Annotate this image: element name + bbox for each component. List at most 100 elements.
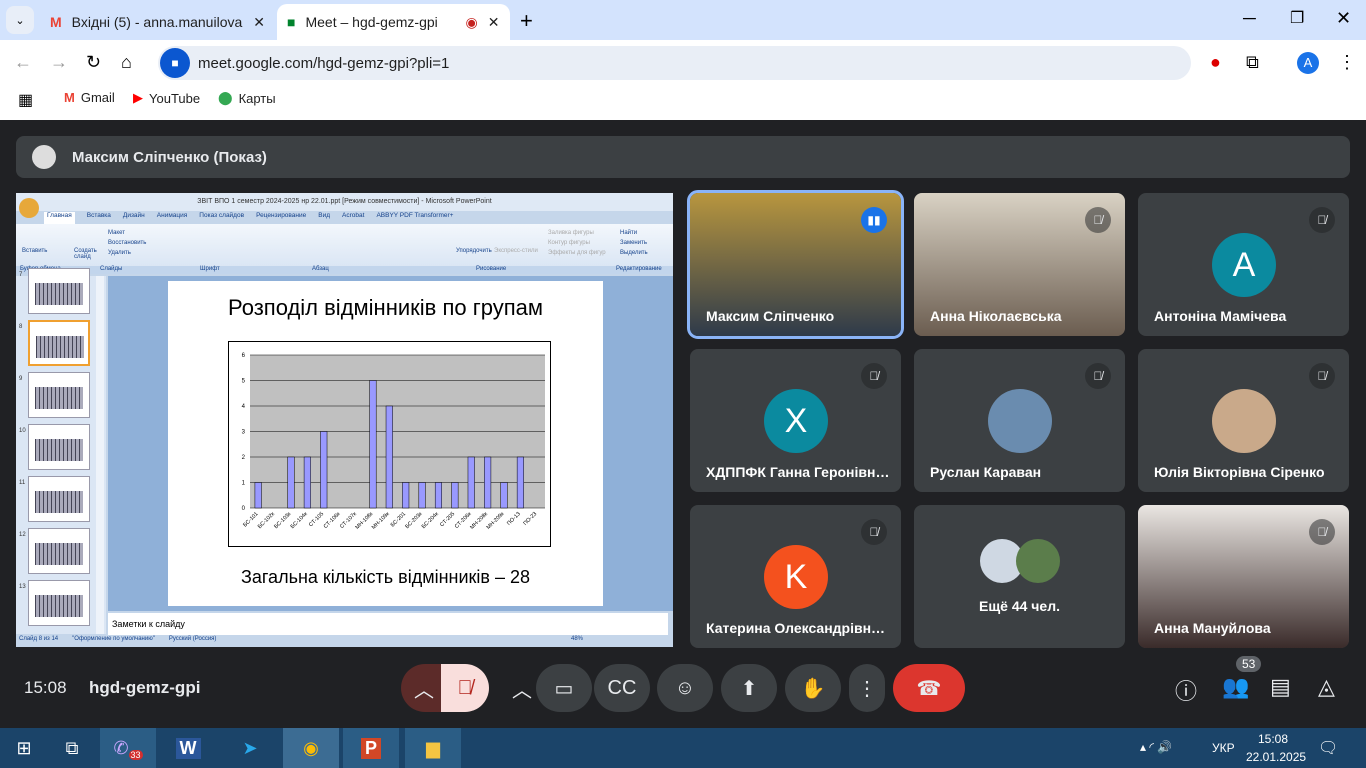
microphone-toggle[interactable]: 🎙̸ xyxy=(441,664,489,712)
replace-button[interactable]: Заменить xyxy=(620,240,647,246)
slide-thumbnail[interactable] xyxy=(28,372,90,418)
new-slide-button[interactable]: Создать слайд xyxy=(74,248,100,260)
present-button[interactable]: ⬆ xyxy=(721,664,777,712)
mic-off-icon: 🎙̸ xyxy=(1309,519,1335,545)
slide-thumbnail[interactable] xyxy=(28,580,90,626)
leave-call-button[interactable]: ☎ xyxy=(893,664,965,712)
quick-styles-button[interactable]: Экспресс-стили xyxy=(494,248,538,254)
tab-search-button[interactable]: ⌄ xyxy=(6,6,34,34)
participant-name: Юлія Вікторівна Сіренко xyxy=(1154,464,1325,480)
start-button[interactable]: ⊞ xyxy=(0,728,48,768)
slide-thumbnail[interactable] xyxy=(28,476,90,522)
find-button[interactable]: Найти xyxy=(620,230,637,236)
participant-tile[interactable]: A 🎙̸ Антоніна Мамічева xyxy=(1138,193,1349,336)
people-icon[interactable]: 👥 xyxy=(1222,674,1249,700)
telegram-icon: ➤ xyxy=(242,737,258,758)
reactions-button[interactable]: ☺ xyxy=(657,664,713,712)
ribbon-tab[interactable]: Вставка xyxy=(87,212,111,224)
layout-button[interactable]: Макет xyxy=(108,230,125,236)
thumbnail-scrollbar[interactable] xyxy=(96,276,104,634)
captions-button[interactable]: CC xyxy=(594,664,650,712)
profile-avatar[interactable]: A xyxy=(1297,52,1319,74)
bookmark-gmail[interactable]: M Gmail xyxy=(64,90,115,105)
taskbar-powerpoint[interactable]: P xyxy=(343,728,399,768)
tab-meet[interactable]: ■ Meet – hgd-gemz-gpi ◉ ✕ xyxy=(277,4,510,40)
new-tab-button[interactable]: + xyxy=(520,8,533,34)
participant-tile[interactable]: 🎙̸ Юлія Вікторівна Сіренко xyxy=(1138,349,1349,492)
more-participants-avatars xyxy=(980,539,1060,583)
notes-pane[interactable]: Заметки к слайду xyxy=(108,613,668,635)
close-tab-icon[interactable]: ✕ xyxy=(488,14,500,31)
raise-hand-button[interactable]: ✋ xyxy=(785,664,841,712)
delete-button[interactable]: Удалить xyxy=(108,250,131,256)
info-icon[interactable]: ⓘ xyxy=(1175,674,1197,706)
language-indicator[interactable]: УКР xyxy=(1212,741,1235,755)
extension-icon[interactable]: ● xyxy=(1210,52,1221,73)
participant-tile[interactable]: ▮▮ Максим Сліпченко xyxy=(687,190,904,339)
select-button[interactable]: Выделить xyxy=(620,250,648,256)
reset-button[interactable]: Восстановить xyxy=(108,240,146,246)
menu-icon[interactable]: ⋮ xyxy=(1338,52,1356,73)
thumbnail-number: 10 xyxy=(19,428,26,434)
close-window-button[interactable]: ✕ xyxy=(1336,8,1351,29)
paste-button[interactable]: Вставить xyxy=(22,248,47,254)
slide-thumbnail[interactable] xyxy=(28,268,90,314)
clock-time[interactable]: 15:08 xyxy=(1258,732,1288,746)
arrange-button[interactable]: Упорядочить xyxy=(456,248,492,254)
address-bar[interactable]: ■ meet.google.com/hgd-gemz-gpi?pli=1 xyxy=(158,46,1191,80)
mic-off-icon: 🎙̸ xyxy=(861,363,887,389)
bookmark-maps[interactable]: ⬤ Карты xyxy=(218,90,276,106)
home-icon[interactable]: ⌂ xyxy=(121,52,132,73)
video-options-button[interactable]: ︿ xyxy=(505,664,539,712)
taskbar-chrome[interactable]: ◉ xyxy=(283,728,339,768)
ribbon-tab[interactable]: Вид xyxy=(318,212,330,224)
participant-tile[interactable]: 🎙̸ Анна Ніколаєвська xyxy=(914,193,1125,336)
close-tab-icon[interactable]: ✕ xyxy=(253,14,265,31)
chat-icon[interactable]: ▤ xyxy=(1270,674,1291,700)
forward-icon[interactable]: → xyxy=(50,52,68,73)
bookmark-youtube[interactable]: ▶ YouTube xyxy=(133,90,200,106)
tab-gmail[interactable]: M Вхідні (5) - anna.manuilova12@ ✕ xyxy=(40,4,275,40)
clock-date[interactable]: 22.01.2025 xyxy=(1246,750,1306,764)
office-button[interactable] xyxy=(19,198,39,218)
participant-tile[interactable]: Ещё 44 чел. xyxy=(914,505,1125,648)
ribbon-tab[interactable]: ABBYY PDF Transformer+ xyxy=(376,212,453,224)
ribbon-tab[interactable]: Анимация xyxy=(157,212,188,224)
slide-thumbnail[interactable] xyxy=(28,424,90,470)
tray-icons[interactable]: ▴ ◜ 🔊 xyxy=(1140,740,1172,754)
participant-tile[interactable]: Х 🎙̸ ХДППФК Ганна Геронівн… xyxy=(690,349,901,492)
participant-tile[interactable]: 🎙̸ Руслан Караван xyxy=(914,349,1125,492)
maximize-button[interactable]: ❐ xyxy=(1290,8,1304,28)
shape-fill-button[interactable]: Заливка фигуры xyxy=(548,230,594,236)
shape-effects-button[interactable]: Эффекты для фигур xyxy=(548,250,606,256)
participant-tile[interactable]: K 🎙̸ Катерина Олександрівн… xyxy=(690,505,901,648)
participant-name: Ещё 44 чел. xyxy=(979,598,1060,614)
ribbon-tab[interactable]: Главная xyxy=(44,212,75,224)
slide-thumbnail[interactable] xyxy=(28,528,90,574)
mic-off-icon: 🎙̸ xyxy=(1085,207,1111,233)
task-view-button[interactable]: ⧉ xyxy=(44,728,100,768)
taskbar-explorer[interactable]: ▆ xyxy=(405,728,461,768)
shape-outline-button[interactable]: Контур фигуры xyxy=(548,240,590,246)
back-icon[interactable]: ← xyxy=(14,52,32,73)
minimize-button[interactable]: ─ xyxy=(1243,8,1256,29)
ribbon-tab[interactable]: Рецензирование xyxy=(256,212,306,224)
ribbon-tab[interactable]: Показ слайдов xyxy=(199,212,244,224)
taskbar-word[interactable]: W xyxy=(160,728,216,768)
ribbon-tab[interactable]: Acrobat xyxy=(342,212,364,224)
notifications-icon[interactable]: 🗨 xyxy=(1318,738,1338,758)
more-options-button[interactable]: ⋮ xyxy=(849,664,885,712)
extensions-icon[interactable]: ⧉ xyxy=(1246,52,1259,73)
camera-toggle[interactable]: ▭ xyxy=(536,664,592,712)
browser-tab-bar: ⌄ M Вхідні (5) - anna.manuilova12@ ✕ ■ M… xyxy=(0,0,1366,40)
reload-icon[interactable]: ↻ xyxy=(86,52,101,73)
shared-screen-powerpoint: ЗВІТ ВПО 1 семестр 2024-2025 нр 22.01.pp… xyxy=(16,193,673,647)
taskbar-viber[interactable]: ✆ 33 xyxy=(100,728,156,768)
activities-icon[interactable]: ◬ xyxy=(1318,674,1335,700)
apps-icon[interactable]: ▦ xyxy=(18,90,33,110)
zoom-level[interactable]: 48% xyxy=(571,636,583,647)
taskbar-telegram[interactable]: ➤ xyxy=(222,728,278,768)
participant-tile[interactable]: 🎙̸ Анна Мануйлова xyxy=(1138,505,1349,648)
ribbon-tab[interactable]: Дизайн xyxy=(123,212,145,224)
slide-thumbnail[interactable] xyxy=(28,320,90,366)
